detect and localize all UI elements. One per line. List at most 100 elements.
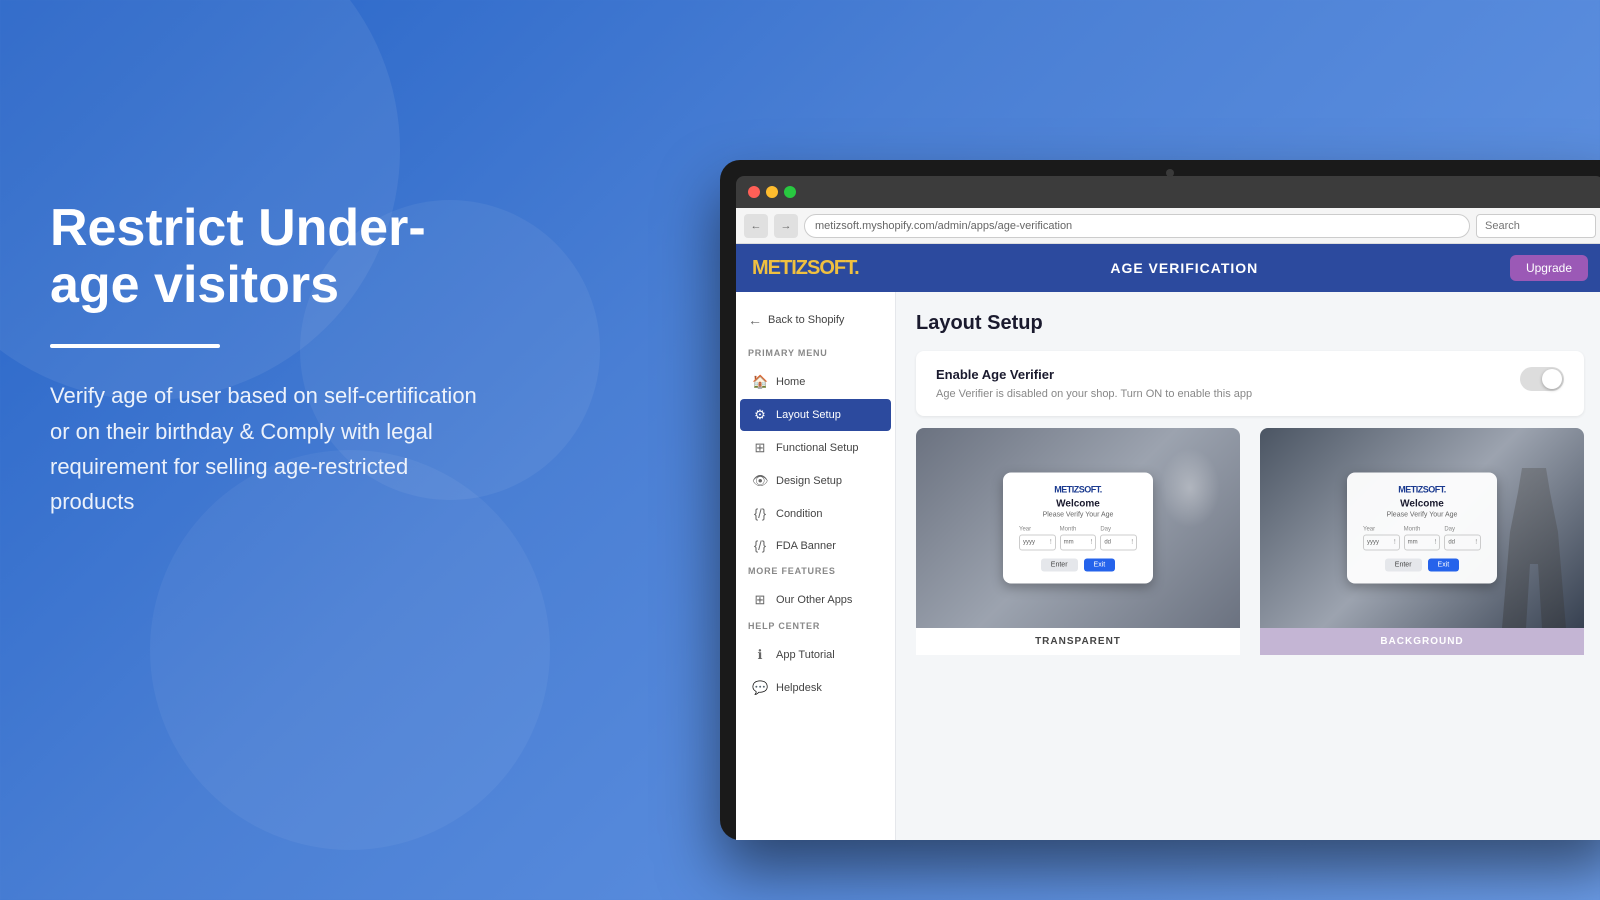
address-bar[interactable]: metizsoft.myshopify.com/admin/apps/age-v…: [804, 214, 1470, 238]
transparent-bg: METIZSOFT. Welcome Please Verify Your Ag…: [916, 428, 1240, 628]
modal-logo-background: METIZSOFT.: [1363, 485, 1481, 495]
back-nav-btn[interactable]: ←: [744, 214, 768, 238]
year-arrows: ⁞: [1050, 540, 1052, 546]
year-placeholder: yyyy: [1023, 540, 1035, 546]
preview-container: METIZSOFT. Welcome Please Verify Your Ag…: [916, 428, 1584, 668]
traffic-yellow[interactable]: [766, 186, 778, 198]
card-subtitle: Age Verifier is disabled on your shop. T…: [936, 388, 1252, 400]
year-arrows-bg: ⁞: [1394, 540, 1396, 546]
date-row-transparent: Year yyyy ⁞ Month mm ⁞: [1019, 527, 1137, 551]
help-center-label: HELP CENTER: [736, 617, 895, 635]
age-verifier-toggle[interactable]: [1520, 367, 1564, 391]
month-col: Month mm ⁞: [1060, 527, 1097, 551]
eye-icon: 👁: [752, 473, 768, 489]
app-logo: METIZSOFT.: [752, 257, 859, 280]
day-arrows: ⁞: [1131, 540, 1133, 546]
primary-menu-label: PRIMARY MENU: [736, 344, 895, 362]
date-row-background: Year yyyy⁞ Month mm⁞: [1363, 527, 1481, 551]
background-label: BACKGROUND: [1260, 628, 1584, 655]
browser-titlebar: [736, 176, 1600, 208]
enable-age-verifier-card: Enable Age Verifier Age Verifier is disa…: [916, 351, 1584, 416]
transparent-label-text: TRANSPARENT: [1035, 636, 1121, 647]
day-input[interactable]: dd ⁞: [1100, 535, 1137, 551]
sidebar-item-layout-setup[interactable]: ⚙ Layout Setup: [740, 399, 891, 431]
exit-btn-transparent[interactable]: Exit: [1084, 559, 1116, 572]
forward-nav-btn[interactable]: →: [774, 214, 798, 238]
day-placeholder: dd: [1104, 540, 1111, 546]
transparent-mini-modal: METIZSOFT. Welcome Please Verify Your Ag…: [1003, 473, 1153, 584]
page-title: Layout Setup: [916, 312, 1584, 335]
browser-search-input[interactable]: [1476, 214, 1596, 238]
traffic-green[interactable]: [784, 186, 796, 198]
enter-btn-background[interactable]: Enter: [1385, 559, 1422, 572]
year-label-bg: Year: [1363, 527, 1400, 533]
btn-row-transparent: Enter Exit: [1019, 559, 1137, 572]
sidebar-condition-label: Condition: [776, 508, 822, 520]
enter-btn-transparent[interactable]: Enter: [1041, 559, 1078, 572]
year-col-bg: Year yyyy⁞: [1363, 527, 1400, 551]
sidebar-helpdesk-label: Helpdesk: [776, 682, 822, 694]
background-preview-card[interactable]: METIZSOFT. Welcome Please Verify Your Ag…: [1260, 428, 1584, 668]
traffic-red[interactable]: [748, 186, 760, 198]
exit-btn-background[interactable]: Exit: [1428, 559, 1460, 572]
sidebar-functional-label: Functional Setup: [776, 442, 859, 454]
back-to-shopify-btn[interactable]: ← Back to Shopify: [736, 304, 895, 336]
sidebar-other-apps-label: Our Other Apps: [776, 594, 852, 606]
background-label-text: BACKGROUND: [1380, 636, 1463, 647]
year-label: Year: [1019, 527, 1056, 533]
modal-logo-transparent: METIZSOFT.: [1019, 485, 1137, 495]
year-col: Year yyyy ⁞: [1019, 527, 1056, 551]
year-input-bg[interactable]: yyyy⁞: [1363, 535, 1400, 551]
sidebar: ← Back to Shopify PRIMARY MENU 🏠 Home ⚙ …: [736, 292, 896, 840]
browser-toolbar: ← → metizsoft.myshopify.com/admin/apps/a…: [736, 208, 1600, 244]
day-arrows-bg: ⁞: [1475, 540, 1477, 546]
sidebar-home-label: Home: [776, 376, 805, 388]
toggle-knob: [1542, 369, 1562, 389]
person-silhouette: [1494, 468, 1574, 628]
laptop-camera: [1166, 169, 1174, 177]
year-input[interactable]: yyyy ⁞: [1019, 535, 1056, 551]
month-arrows: ⁞: [1091, 540, 1093, 546]
app-header: METIZSOFT. AGE VERIFICATION Upgrade: [736, 244, 1600, 292]
upgrade-button[interactable]: Upgrade: [1510, 255, 1588, 281]
day-input-bg[interactable]: dd ⁞: [1444, 535, 1481, 551]
apps-icon: ⊞: [752, 592, 768, 608]
month-placeholder: mm: [1064, 540, 1074, 546]
sidebar-item-condition[interactable]: {/} Condition: [740, 498, 891, 529]
smoke-effect: [1160, 448, 1220, 528]
sidebar-design-label: Design Setup: [776, 475, 842, 487]
sidebar-item-tutorial[interactable]: ℹ App Tutorial: [740, 639, 891, 671]
month-placeholder-bg: mm: [1408, 540, 1418, 546]
day-col: Day dd ⁞: [1100, 527, 1137, 551]
app-body: ← Back to Shopify PRIMARY MENU 🏠 Home ⚙ …: [736, 292, 1600, 840]
card-title: Enable Age Verifier: [936, 367, 1252, 382]
sidebar-item-design-setup[interactable]: 👁 Design Setup: [740, 465, 891, 497]
day-label: Day: [1100, 527, 1137, 533]
home-icon: 🏠: [752, 374, 768, 390]
month-input[interactable]: mm ⁞: [1060, 535, 1097, 551]
grid-icon: ⊞: [752, 440, 768, 456]
main-content: Layout Setup Enable Age Verifier Age Ver…: [896, 292, 1600, 840]
browser-chrome: ← → metizsoft.myshopify.com/admin/apps/a…: [736, 176, 1600, 840]
transparent-label: TRANSPARENT: [916, 628, 1240, 655]
sidebar-item-functional-setup[interactable]: ⊞ Functional Setup: [740, 432, 891, 464]
sidebar-item-home[interactable]: 🏠 Home: [740, 366, 891, 398]
month-col-bg: Month mm⁞: [1404, 527, 1441, 551]
laptop-frame: ← → metizsoft.myshopify.com/admin/apps/a…: [720, 160, 1600, 840]
month-label: Month: [1060, 527, 1097, 533]
info-icon: ℹ: [752, 647, 768, 663]
sidebar-item-helpdesk[interactable]: 💬 Helpdesk: [740, 672, 891, 704]
day-placeholder-bg: dd: [1448, 540, 1455, 546]
background-bg: METIZSOFT. Welcome Please Verify Your Ag…: [1260, 428, 1584, 628]
modal-subtitle-transparent: Please Verify Your Age: [1019, 512, 1137, 519]
logo-text: METIZSOFT.: [752, 257, 859, 279]
month-input-bg[interactable]: mm ⁞: [1404, 535, 1441, 551]
sidebar-item-fda-banner[interactable]: {/} FDA Banner: [740, 530, 891, 561]
month-arrows-bg: ⁞: [1435, 540, 1437, 546]
transparent-preview-card[interactable]: METIZSOFT. Welcome Please Verify Your Ag…: [916, 428, 1240, 668]
address-text: metizsoft.myshopify.com/admin/apps/age-v…: [815, 220, 1072, 232]
sidebar-item-other-apps[interactable]: ⊞ Our Other Apps: [740, 584, 891, 616]
description: Verify age of user based on self-certifi…: [50, 378, 480, 519]
card-header: Enable Age Verifier Age Verifier is disa…: [936, 367, 1564, 400]
day-col-bg: Day dd⁞: [1444, 527, 1481, 551]
